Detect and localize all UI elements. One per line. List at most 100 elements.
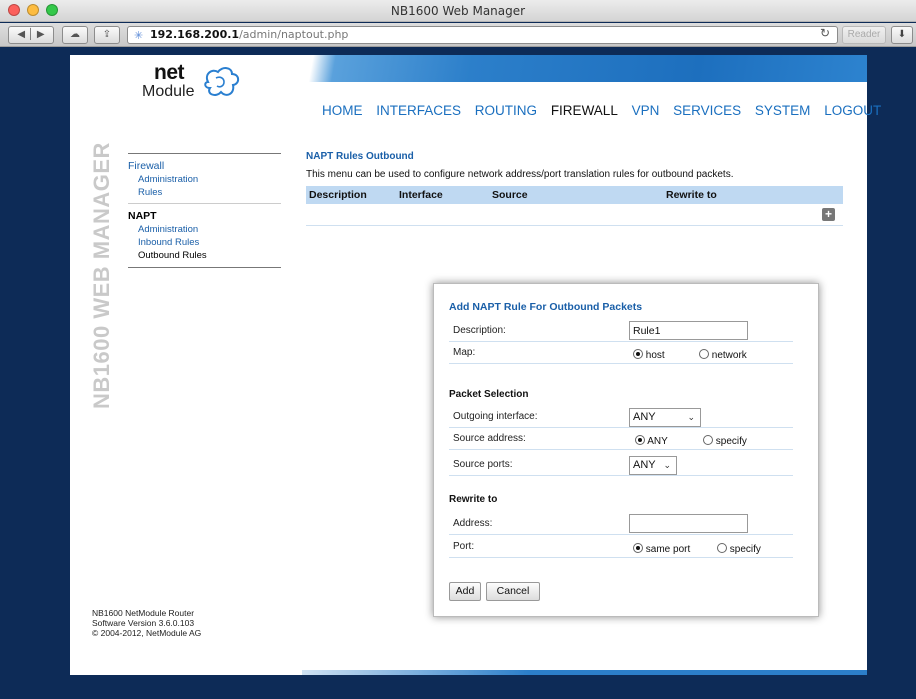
chevron-down-icon: ⌄ <box>687 412 695 422</box>
logo-text-net: net <box>154 61 185 84</box>
cancel-button[interactable]: Cancel <box>486 582 540 601</box>
footer-copyright: © 2004-2012, NetModule AG <box>92 628 202 638</box>
vertical-title-text: NB1600 WEB MANAGER <box>89 142 114 409</box>
source-address-specify-radio[interactable] <box>703 435 713 445</box>
dialog-title: Add NAPT Rule For Outbound Packets <box>449 301 643 313</box>
table-add-row: + <box>306 204 843 226</box>
port-specify-label: specify <box>729 544 761 555</box>
add-napt-rule-dialog: Add NAPT Rule For Outbound Packets Descr… <box>433 283 819 617</box>
url-path: /admin/naptout.php <box>239 28 349 41</box>
reload-icon[interactable]: ↻ <box>820 26 830 40</box>
globe-icon: ✳ <box>134 29 144 42</box>
port-same-radio[interactable] <box>633 543 643 553</box>
footer-product: NB1600 NetModule Router <box>92 608 195 618</box>
nav-services[interactable]: SERVICES <box>673 103 741 118</box>
forward-icon[interactable]: ▶ <box>37 29 45 40</box>
map-row: Map: host network <box>449 344 793 364</box>
sidebar-item-firewall-administration[interactable]: Administration <box>128 173 281 186</box>
packet-selection-heading: Packet Selection <box>449 389 529 400</box>
map-host-radio[interactable] <box>633 349 643 359</box>
sidebar-item-napt[interactable]: NAPT <box>128 204 281 223</box>
port-label: Port: <box>453 541 475 552</box>
nav-routing[interactable]: ROUTING <box>475 103 537 118</box>
outgoing-interface-value: ANY <box>633 411 656 423</box>
nav-vpn[interactable]: VPN <box>632 103 660 118</box>
rules-table: Description Interface Source Rewrite to … <box>306 186 843 226</box>
rewrite-address-input[interactable] <box>629 514 748 533</box>
vertical-product-title: NB1600 WEB MANAGER <box>87 142 114 411</box>
downloads-button[interactable]: ⬇ <box>891 26 913 44</box>
source-address-specify-label: specify <box>715 436 747 447</box>
sidebar-item-outbound-rules[interactable]: Outbound Rules <box>128 249 281 262</box>
address-bar[interactable]: ✳ 192.168.200.1/admin/naptout.php <box>127 26 838 44</box>
source-address-any-option[interactable]: ANY <box>635 435 668 447</box>
add-button[interactable]: Add <box>449 582 481 601</box>
table-header: Description Interface Source Rewrite to <box>306 186 843 204</box>
window-title: NB1600 Web Manager <box>390 4 526 18</box>
source-address-label: Source address: <box>453 433 526 444</box>
source-ports-row: Source ports: ANY ⌄ <box>449 456 793 476</box>
sidebar-item-inbound-rules[interactable]: Inbound Rules <box>128 236 281 249</box>
source-address-row: Source address: ANY specify <box>449 430 793 450</box>
column-description: Description <box>309 189 367 201</box>
nav-interfaces[interactable]: INTERFACES <box>376 103 461 118</box>
icloud-tabs-button[interactable]: ☁ <box>62 26 88 44</box>
sidebar-item-firewall-rules[interactable]: Rules <box>128 186 281 199</box>
sidebar: net Module NB1600 WEB MANAGER Firewall A… <box>70 55 302 675</box>
reader-button[interactable]: Reader <box>842 26 886 44</box>
source-address-any-label: ANY <box>647 436 668 447</box>
back-forward-buttons[interactable]: ◀ │ ▶ <box>8 26 54 44</box>
sidebar-nav: Firewall Administration Rules NAPT Admin… <box>128 153 281 268</box>
description-input[interactable] <box>629 321 748 340</box>
cloud-icon: ☁ <box>70 29 80 40</box>
section-description: This menu can be used to configure netwo… <box>306 169 734 180</box>
nav-home[interactable]: HOME <box>322 103 363 118</box>
sidebar-divider <box>128 267 281 268</box>
sidebar-item-napt-administration[interactable]: Administration <box>128 223 281 236</box>
rewrite-to-heading: Rewrite to <box>449 494 498 505</box>
source-ports-label: Source ports: <box>453 459 513 470</box>
browser-toolbar: ◀ │ ▶ ☁ ⇪ ✳ 192.168.200.1/admin/naptout.… <box>0 23 916 47</box>
footer-info: NB1600 NetModule Router Software Version… <box>92 608 201 638</box>
share-button[interactable]: ⇪ <box>94 26 120 44</box>
port-same-label: same port <box>645 544 691 555</box>
url-host: 192.168.200.1 <box>150 28 240 41</box>
chevron-down-icon: ⌄ <box>663 460 671 470</box>
port-same-option[interactable]: same port <box>633 543 690 555</box>
source-ports-select[interactable]: ANY ⌄ <box>629 456 677 475</box>
section-title: NAPT Rules Outbound <box>306 151 414 162</box>
outgoing-interface-select[interactable]: ANY ⌄ <box>629 408 701 427</box>
column-source: Source <box>492 189 528 201</box>
window-titlebar: NB1600 Web Manager <box>0 0 916 22</box>
address-row: Address: <box>449 514 793 535</box>
source-address-any-radio[interactable] <box>635 435 645 445</box>
map-host-label: host <box>645 350 665 361</box>
header-banner <box>302 55 867 82</box>
port-specify-option[interactable]: specify <box>717 543 761 555</box>
map-network-label: network <box>711 350 747 361</box>
add-rule-icon[interactable]: + <box>822 208 835 221</box>
map-network-option[interactable]: network <box>699 349 747 361</box>
sidebar-item-firewall[interactable]: Firewall <box>128 154 281 173</box>
map-label: Map: <box>453 347 476 358</box>
description-label: Description: <box>453 325 506 336</box>
back-icon[interactable]: ◀ <box>17 29 25 40</box>
outgoing-interface-label: Outgoing interface: <box>453 411 538 422</box>
description-row: Description: <box>449 321 793 342</box>
footer-banner <box>302 670 867 675</box>
map-network-radio[interactable] <box>699 349 709 359</box>
nav-system[interactable]: SYSTEM <box>755 103 811 118</box>
map-host-option[interactable]: host <box>633 349 665 361</box>
netmodule-logo[interactable]: net Module <box>120 61 250 111</box>
column-rewrite-to: Rewrite to <box>666 189 717 201</box>
nav-firewall[interactable]: FIREWALL <box>551 103 618 118</box>
logo-text-module: Module <box>142 83 195 100</box>
column-interface: Interface <box>399 189 443 201</box>
port-row: Port: same port specify <box>449 538 793 558</box>
address-label: Address: <box>453 518 493 529</box>
source-address-specify-option[interactable]: specify <box>703 435 747 447</box>
top-navigation: HOME INTERFACES ROUTING FIREWALL VPN SER… <box>322 103 891 118</box>
nav-logout[interactable]: LOGOUT <box>824 103 881 118</box>
port-specify-radio[interactable] <box>717 543 727 553</box>
footer-version: Software Version 3.6.0.103 <box>92 618 195 628</box>
